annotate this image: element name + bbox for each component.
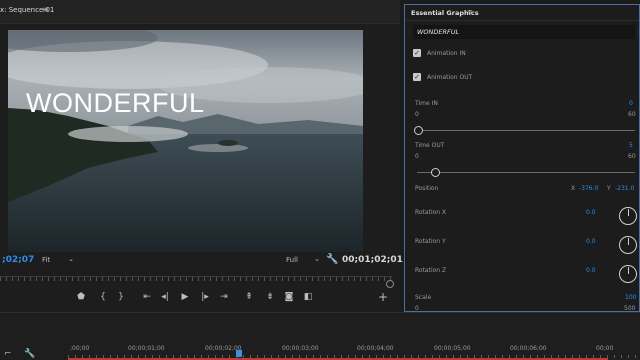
animation-in-checkbox[interactable]: ✓ (413, 49, 421, 57)
time-out-label: Time OUT (415, 142, 445, 149)
time-out-slider[interactable] (417, 172, 635, 173)
animation-in-label: Animation IN (427, 50, 466, 57)
zoom-level-select[interactable]: Fit ⌄ (40, 255, 74, 267)
essential-graphics-header: Essential Graphics ≡ (405, 5, 639, 21)
ruler-label: 00;00;01;00 (128, 345, 165, 352)
time-in-value[interactable]: 0 (629, 100, 633, 107)
time-out-max: 60 (628, 153, 636, 160)
rotation-y-dial[interactable] (619, 236, 637, 254)
position-y-label: Y (607, 185, 611, 192)
wrench-icon[interactable]: 🔧 (326, 254, 338, 265)
time-in-slider[interactable] (417, 130, 635, 131)
hamburger-icon[interactable]: ≡ (467, 8, 473, 16)
position-x-label: X (571, 185, 576, 192)
time-in-min: 0 (415, 111, 419, 118)
rotation-x-label: Rotation X (415, 209, 447, 216)
position-label: Position (415, 185, 439, 192)
animation-out-label: Animation OUT (427, 74, 473, 81)
ruler-label: 00;00;04;00 (357, 345, 394, 352)
marker-icon[interactable]: ⬟ (74, 292, 88, 302)
playback-resolution-select[interactable]: Full ⌄ (284, 255, 320, 267)
compare-icon[interactable]: ◧ (301, 292, 315, 302)
timeline-ruler-labels: ;00;00 00;00;01;00 00;00;02;00 00;00;03;… (0, 345, 640, 353)
rotation-y-value[interactable]: 0.0 (586, 238, 596, 245)
rotation-z-label: Rotation Z (415, 267, 447, 274)
chevron-down-icon: ⌄ (68, 255, 74, 263)
animation-out-checkbox[interactable]: ✓ (413, 73, 421, 81)
monitor-time-ruler[interactable] (0, 276, 392, 284)
ruler-label: 00;00;06;00 (510, 345, 547, 352)
transport-controls: ⬟ { } ⇤ ◂| ▶ |▸ ⇥ ⇞ ⇟ ◙ ◧ + (0, 290, 400, 308)
scale-min: 0 (415, 305, 419, 312)
play-icon[interactable]: ▶ (178, 292, 192, 302)
out-point-icon[interactable]: } (114, 292, 128, 302)
ruler-label: 00;00 (596, 345, 614, 352)
ruler-label: 00;00;03;00 (282, 345, 319, 352)
rotation-z-value[interactable]: 0.0 (586, 267, 596, 274)
go-to-in-icon[interactable]: ⇤ (140, 292, 154, 302)
scale-max: 500 (624, 305, 636, 312)
time-in-label: Time IN (415, 100, 438, 107)
chevron-down-icon: ⌄ (314, 255, 320, 263)
scale-value[interactable]: 100 (625, 294, 636, 301)
zoom-level-value: Fit (42, 256, 51, 264)
rotation-x-value[interactable]: 0.0 (586, 209, 596, 216)
go-to-out-icon[interactable]: ⇥ (217, 292, 231, 302)
rotation-y-label: Rotation Y (415, 238, 446, 245)
playhead[interactable] (236, 350, 242, 357)
step-back-icon[interactable]: ◂| (158, 292, 172, 302)
add-icon[interactable]: + (376, 290, 390, 304)
export-frame-icon[interactable]: ◙ (282, 292, 296, 302)
playback-resolution-value: Full (286, 256, 298, 264)
rotation-z-dial[interactable] (619, 265, 637, 283)
scale-label: Scale (415, 294, 432, 301)
position-x-value[interactable]: -376.0 (579, 185, 598, 192)
step-forward-icon[interactable]: |▸ (198, 292, 212, 302)
lift-icon[interactable]: ⇞ (242, 292, 256, 302)
ruler-end-handle[interactable] (386, 280, 394, 288)
position-y-value[interactable]: -231.0 (615, 185, 634, 192)
rotation-x-dial[interactable] (619, 207, 637, 225)
timeline-panel: ⌐ 🔧 ;00;00 00;00;01;00 00;00;02;00 00;00… (0, 312, 640, 360)
text-input[interactable]: WONDERFUL (413, 25, 635, 39)
video-preview: WONDERFUL (8, 30, 363, 252)
time-in-max: 60 (628, 111, 636, 118)
time-out-slider-handle[interactable] (431, 168, 440, 177)
program-monitor-tab-bar: x: Sequence 01 ≡ (0, 0, 400, 24)
ruler-label: 00;00;05;00 (434, 345, 471, 352)
ruler-label: ;00;00 (70, 345, 90, 352)
essential-graphics-panel: Essential Graphics ≡ WONDERFUL ✓ Animati… (404, 4, 640, 312)
monitor-controls: ;02;07 Fit ⌄ Full ⌄ 🔧 00;01;02;01 (0, 252, 403, 272)
program-monitor-panel: x: Sequence 01 ≡ WONDERFUL ;02;07 Fit ⌄ … (0, 0, 403, 312)
in-point-icon[interactable]: { (96, 292, 110, 302)
title-overlay-text[interactable]: WONDERFUL (26, 88, 205, 119)
time-out-min: 0 (415, 153, 419, 160)
time-out-value[interactable]: 5 (629, 142, 633, 149)
extract-icon[interactable]: ⇟ (263, 292, 277, 302)
time-in-slider-handle[interactable] (414, 126, 423, 135)
hamburger-icon[interactable]: ≡ (42, 5, 49, 14)
current-timecode[interactable]: ;02;07 (2, 255, 34, 265)
duration-timecode: 00;01;02;01 (342, 255, 403, 265)
landscape-image (8, 30, 363, 252)
